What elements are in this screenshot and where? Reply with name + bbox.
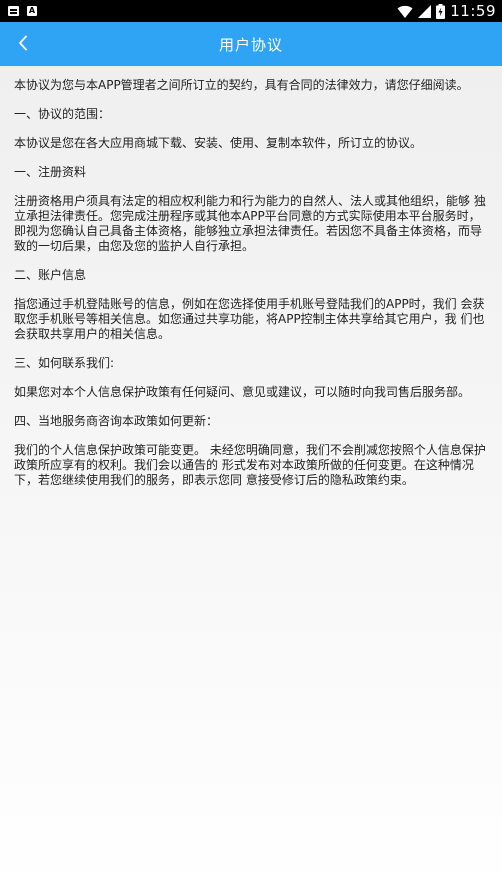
message-icon: [8, 6, 19, 16]
a-notification-icon: A: [27, 6, 37, 16]
section-body-scope: 本协议是您在各大应用商城下载、安装、使用、复制本软件，所订立的协议。: [14, 136, 423, 150]
signal-icon: [418, 4, 432, 18]
section-heading-updates: 四、当地服务商咨询本政策如何更新：: [14, 414, 219, 428]
status-left-icons: A: [8, 6, 37, 16]
section-body-updates: 我们的个人信息保护政策可能变更。 未经您明确同意，我们不会削减您按照个人信息保护…: [14, 443, 486, 487]
section-body-registration: 注册资格用户须具有法定的相应权利能力和行为能力的自然人、法人或其他组织，能够 独…: [14, 194, 486, 253]
section-heading-scope: 一、协议的范围：: [14, 107, 111, 121]
chevron-left-icon: [19, 35, 27, 51]
section-heading-contact: 三、如何联系我们:: [14, 356, 115, 370]
status-bar: A 11:59: [0, 0, 502, 22]
status-right-icons: 11:59: [397, 2, 496, 20]
app-bar: 用户协议: [0, 22, 502, 66]
section-heading-account: 二、账户信息: [14, 268, 87, 282]
battery-icon: [436, 3, 446, 19]
section-body-contact: 如果您对本个人信息保护政策有任何疑问、意见或建议，可以随时向我司售后服务部。: [14, 385, 471, 399]
page-title: 用户协议: [218, 35, 283, 54]
section-heading-registration: 一、注册资料: [14, 165, 87, 179]
section-body-account: 指您通过手机登陆账号的信息，例如在您选择使用手机账号登陆我们的APP时，我们 会…: [14, 297, 485, 341]
wifi-icon: [397, 5, 413, 18]
agreement-intro: 本协议为您与本APP管理者之间所订立的契约，具有合同的法律效力，请您仔细阅读。: [14, 78, 469, 92]
status-time: 11:59: [450, 2, 496, 20]
back-button[interactable]: [8, 28, 38, 58]
agreement-content: 本协议为您与本APP管理者之间所订立的契约，具有合同的法律效力，请您仔细阅读。 …: [0, 66, 502, 892]
